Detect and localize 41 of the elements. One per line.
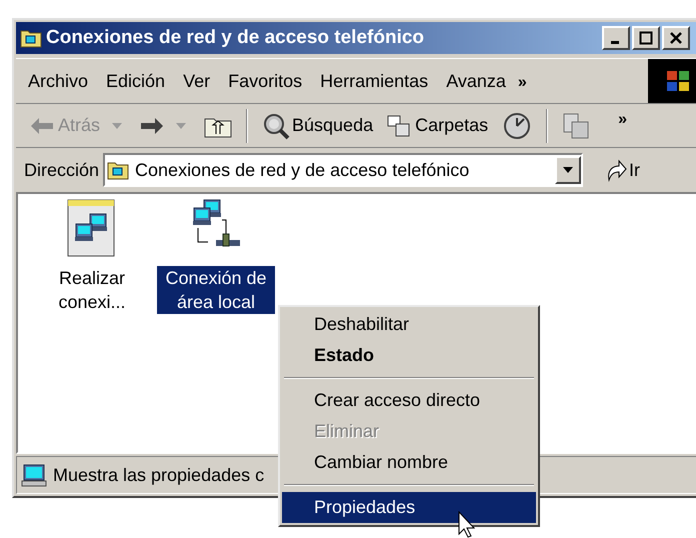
menu-item[interactable]: Ver — [177, 68, 216, 94]
context-menu-item[interactable]: Estado — [282, 340, 536, 371]
menu-item[interactable]: Archivo — [22, 68, 94, 94]
maximize-button[interactable] — [632, 26, 660, 50]
icon-label[interactable]: Conexión de área local — [157, 266, 275, 314]
context-menu-item[interactable]: Cambiar nombre — [282, 447, 536, 478]
status-text: Muestra las propiedades c — [53, 464, 264, 487]
address-field[interactable]: Conexiones de red y de acceso telefónico — [103, 153, 584, 187]
address-label: Dirección — [24, 158, 100, 182]
minimize-icon — [610, 40, 618, 44]
go-arrow-icon — [605, 158, 628, 182]
search-button[interactable]: Búsqueda — [258, 112, 378, 140]
close-button[interactable] — [662, 26, 690, 50]
dropdown-caret-icon — [112, 122, 122, 128]
menu-item[interactable]: Edición — [100, 68, 172, 94]
search-icon — [262, 112, 290, 140]
folders-icon — [387, 114, 412, 138]
menu-item[interactable]: Favoritos — [222, 68, 308, 94]
forward-arrow-icon — [140, 116, 164, 134]
menu-item[interactable]: Herramientas — [314, 68, 434, 94]
context-menu-item[interactable]: Deshabilitar — [282, 309, 536, 340]
go-button[interactable]: Ir — [605, 156, 640, 184]
icon-label[interactable]: Realizar conexi... — [33, 266, 151, 314]
computer-icon — [21, 463, 47, 487]
minimize-button[interactable] — [602, 26, 630, 50]
dropdown-caret-icon — [176, 122, 186, 128]
folders-button[interactable]: Carpetas — [383, 112, 492, 139]
folder-icon — [20, 28, 42, 48]
menu-overflow-button[interactable]: » — [518, 71, 527, 95]
close-icon — [669, 31, 683, 45]
window-title: Conexiones de red y de acceso telefónico — [46, 26, 424, 50]
caret-icon — [563, 167, 574, 173]
toolbar-overflow-button[interactable]: » — [618, 108, 628, 132]
context-menu-item[interactable]: Crear acceso directo — [282, 385, 536, 416]
folder-icon — [107, 160, 130, 180]
context-menu-item[interactable]: Propiedades — [282, 492, 536, 523]
dropdown-button[interactable] — [555, 156, 582, 184]
back-arrow-icon — [30, 116, 54, 134]
windows-logo-icon — [648, 59, 696, 103]
menu-item[interactable]: Avanza — [440, 68, 512, 94]
maximize-icon — [639, 31, 653, 45]
